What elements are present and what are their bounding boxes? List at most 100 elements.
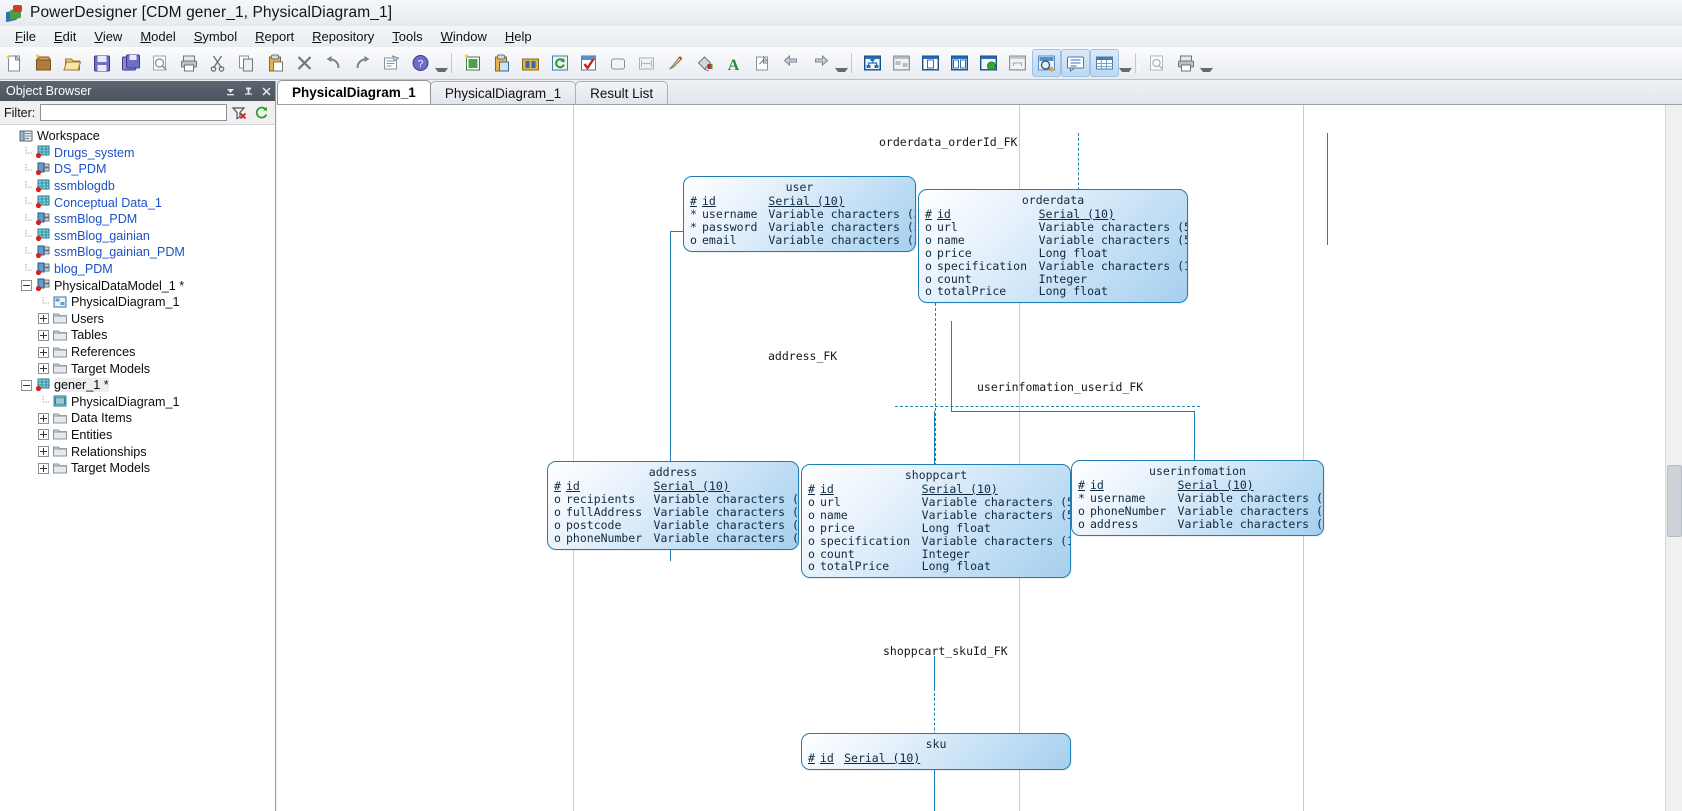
auto-layout-button[interactable]	[632, 49, 661, 77]
tree-collapse-icon[interactable]	[21, 380, 32, 391]
tree-item-entities[interactable]: Entities	[4, 427, 275, 444]
tab-1-physicaldiagram-1[interactable]: PhysicalDiagram_1	[430, 81, 576, 104]
comment-button[interactable]	[1061, 49, 1090, 77]
next-button[interactable]	[806, 49, 835, 77]
menu-item-symbol[interactable]: Symbol	[185, 28, 246, 45]
tree-item-ssmblogdb[interactable]: ssmblogdb	[4, 178, 275, 195]
filter-input[interactable]	[40, 104, 227, 121]
tree-item-ssmblog-gainian-pdm[interactable]: ssmBlog_gainian_PDM	[4, 244, 275, 261]
er-table-shoppcart[interactable]: shoppcart#idSerial (10)ourlVariable char…	[801, 464, 1071, 578]
generate-button[interactable]	[974, 49, 1003, 77]
object-tree[interactable]: WorkspaceDrugs_systemDS_PDMssmblogdbConc…	[0, 125, 275, 811]
print-preview-button[interactable]	[145, 49, 174, 77]
new-model-button[interactable]	[0, 49, 29, 77]
tree-item-ds-pdm[interactable]: DS_PDM	[4, 161, 275, 178]
tree-item-blog-pdm[interactable]: blog_PDM	[4, 261, 275, 278]
menu-item-edit[interactable]: Edit	[45, 28, 85, 45]
tree-item-ssmblog-gainian[interactable]: ssmBlog_gainian	[4, 228, 275, 245]
tree-item-physicaldiagram-1[interactable]: PhysicalDiagram_1	[4, 294, 275, 311]
er-table-userinfomation[interactable]: userinfomation#idSerial (10)*usernameVar…	[1071, 460, 1324, 536]
toolbar-overflow-0[interactable]	[435, 50, 448, 76]
tab-0-physicaldiagram-1[interactable]: PhysicalDiagram_1	[277, 80, 431, 104]
zoom-button[interactable]	[1032, 49, 1061, 77]
help-button[interactable]: ?	[406, 49, 435, 77]
scrollbar-thumb[interactable]	[1667, 465, 1682, 537]
tree-collapse-icon[interactable]	[21, 280, 32, 291]
menu-item-file[interactable]: File	[6, 28, 45, 45]
redo-button[interactable]	[348, 49, 377, 77]
dropdown-icon[interactable]	[221, 82, 239, 100]
two-page-button[interactable]	[945, 49, 974, 77]
tree-expand-icon[interactable]	[38, 313, 49, 324]
new-package-button[interactable]	[29, 49, 58, 77]
save-all-button[interactable]	[116, 49, 145, 77]
er-table-sku[interactable]: sku#idSerial (10)	[801, 733, 1071, 770]
menu-item-help[interactable]: Help	[496, 28, 541, 45]
tree-expand-icon[interactable]	[38, 413, 49, 424]
menu-item-model[interactable]: Model	[131, 28, 184, 45]
cut-button[interactable]	[203, 49, 232, 77]
properties-button[interactable]	[377, 49, 406, 77]
tree-item-gener-1[interactable]: gener_1 *	[4, 377, 275, 394]
conceptual-view-button[interactable]	[858, 49, 887, 77]
font-button[interactable]: A	[719, 49, 748, 77]
tree-expand-icon[interactable]	[38, 347, 49, 358]
delete-button[interactable]	[290, 49, 319, 77]
menu-item-view[interactable]: View	[85, 28, 131, 45]
toolbar-overflow-last[interactable]	[1200, 50, 1213, 76]
tree-item-physicaldiagram-1[interactable]: PhysicalDiagram_1	[4, 394, 275, 411]
tree-item-ssmblog-pdm[interactable]: ssmBlog_PDM	[4, 211, 275, 228]
tree-item-drugs-system[interactable]: Drugs_system	[4, 145, 275, 162]
tree-item-tables[interactable]: Tables	[4, 327, 275, 344]
tree-item-conceptual-data-1[interactable]: Conceptual Data_1	[4, 194, 275, 211]
tree-expand-icon[interactable]	[38, 363, 49, 374]
er-table-address[interactable]: address#idSerial (10)orecipientsVariable…	[547, 461, 799, 550]
tree-item-physicaldatamodel-1[interactable]: PhysicalDataModel_1 *	[4, 277, 275, 294]
diagram-canvas[interactable]: user#idSerial (10)*usernameVariable char…	[277, 105, 1665, 811]
menu-item-repository[interactable]: Repository	[303, 28, 383, 45]
menu-item-window[interactable]: Window	[432, 28, 496, 45]
blank-symbol-button[interactable]	[603, 49, 632, 77]
er-table-user[interactable]: user#idSerial (10)*usernameVariable char…	[683, 176, 916, 252]
grid-button[interactable]	[1090, 49, 1119, 77]
refresh-filter-icon[interactable]	[251, 103, 271, 123]
export-button[interactable]	[748, 49, 777, 77]
tree-item-references[interactable]: References	[4, 344, 275, 361]
impact-analysis-button[interactable]	[1003, 49, 1032, 77]
paste-as-button[interactable]	[487, 49, 516, 77]
page-setup-button[interactable]	[1171, 49, 1200, 77]
save-button[interactable]	[87, 49, 116, 77]
tree-item-users[interactable]: Users	[4, 311, 275, 328]
toolbar-overflow-2[interactable]	[1119, 50, 1132, 76]
find-objects-button[interactable]	[516, 49, 545, 77]
er-table-orderdata[interactable]: orderdata#idSerial (10)ourlVariable char…	[918, 189, 1188, 303]
close-icon[interactable]	[257, 82, 275, 100]
canvas-vertical-scrollbar[interactable]	[1665, 105, 1682, 811]
tree-expand-icon[interactable]	[38, 429, 49, 440]
tree-expand-icon[interactable]	[38, 463, 49, 474]
print-setup-button[interactable]	[1142, 49, 1171, 77]
tree-item-relationships[interactable]: Relationships	[4, 443, 275, 460]
check-model-button[interactable]	[574, 49, 603, 77]
tab-2-result-list[interactable]: Result List	[575, 81, 668, 104]
previous-button[interactable]	[777, 49, 806, 77]
clear-filter-icon[interactable]	[229, 103, 249, 123]
paste-button[interactable]	[261, 49, 290, 77]
fill-color-button[interactable]	[690, 49, 719, 77]
toolbar-overflow-1[interactable]	[835, 50, 848, 76]
tree-item-data-items[interactable]: Data Items	[4, 410, 275, 427]
tree-item-target-models[interactable]: Target Models	[4, 360, 275, 377]
menu-item-report[interactable]: Report	[246, 28, 303, 45]
tree-item-target-models[interactable]: Target Models	[4, 460, 275, 477]
tree-expand-icon[interactable]	[38, 330, 49, 341]
refresh-button[interactable]	[545, 49, 574, 77]
menu-item-tools[interactable]: Tools	[383, 28, 431, 45]
tree-item-workspace[interactable]: Workspace	[4, 128, 275, 145]
pin-icon[interactable]	[239, 82, 257, 100]
print-button[interactable]	[174, 49, 203, 77]
undo-button[interactable]	[319, 49, 348, 77]
physical-view-button[interactable]	[887, 49, 916, 77]
open-button[interactable]	[58, 49, 87, 77]
format-brush-button[interactable]	[661, 49, 690, 77]
single-page-button[interactable]	[916, 49, 945, 77]
